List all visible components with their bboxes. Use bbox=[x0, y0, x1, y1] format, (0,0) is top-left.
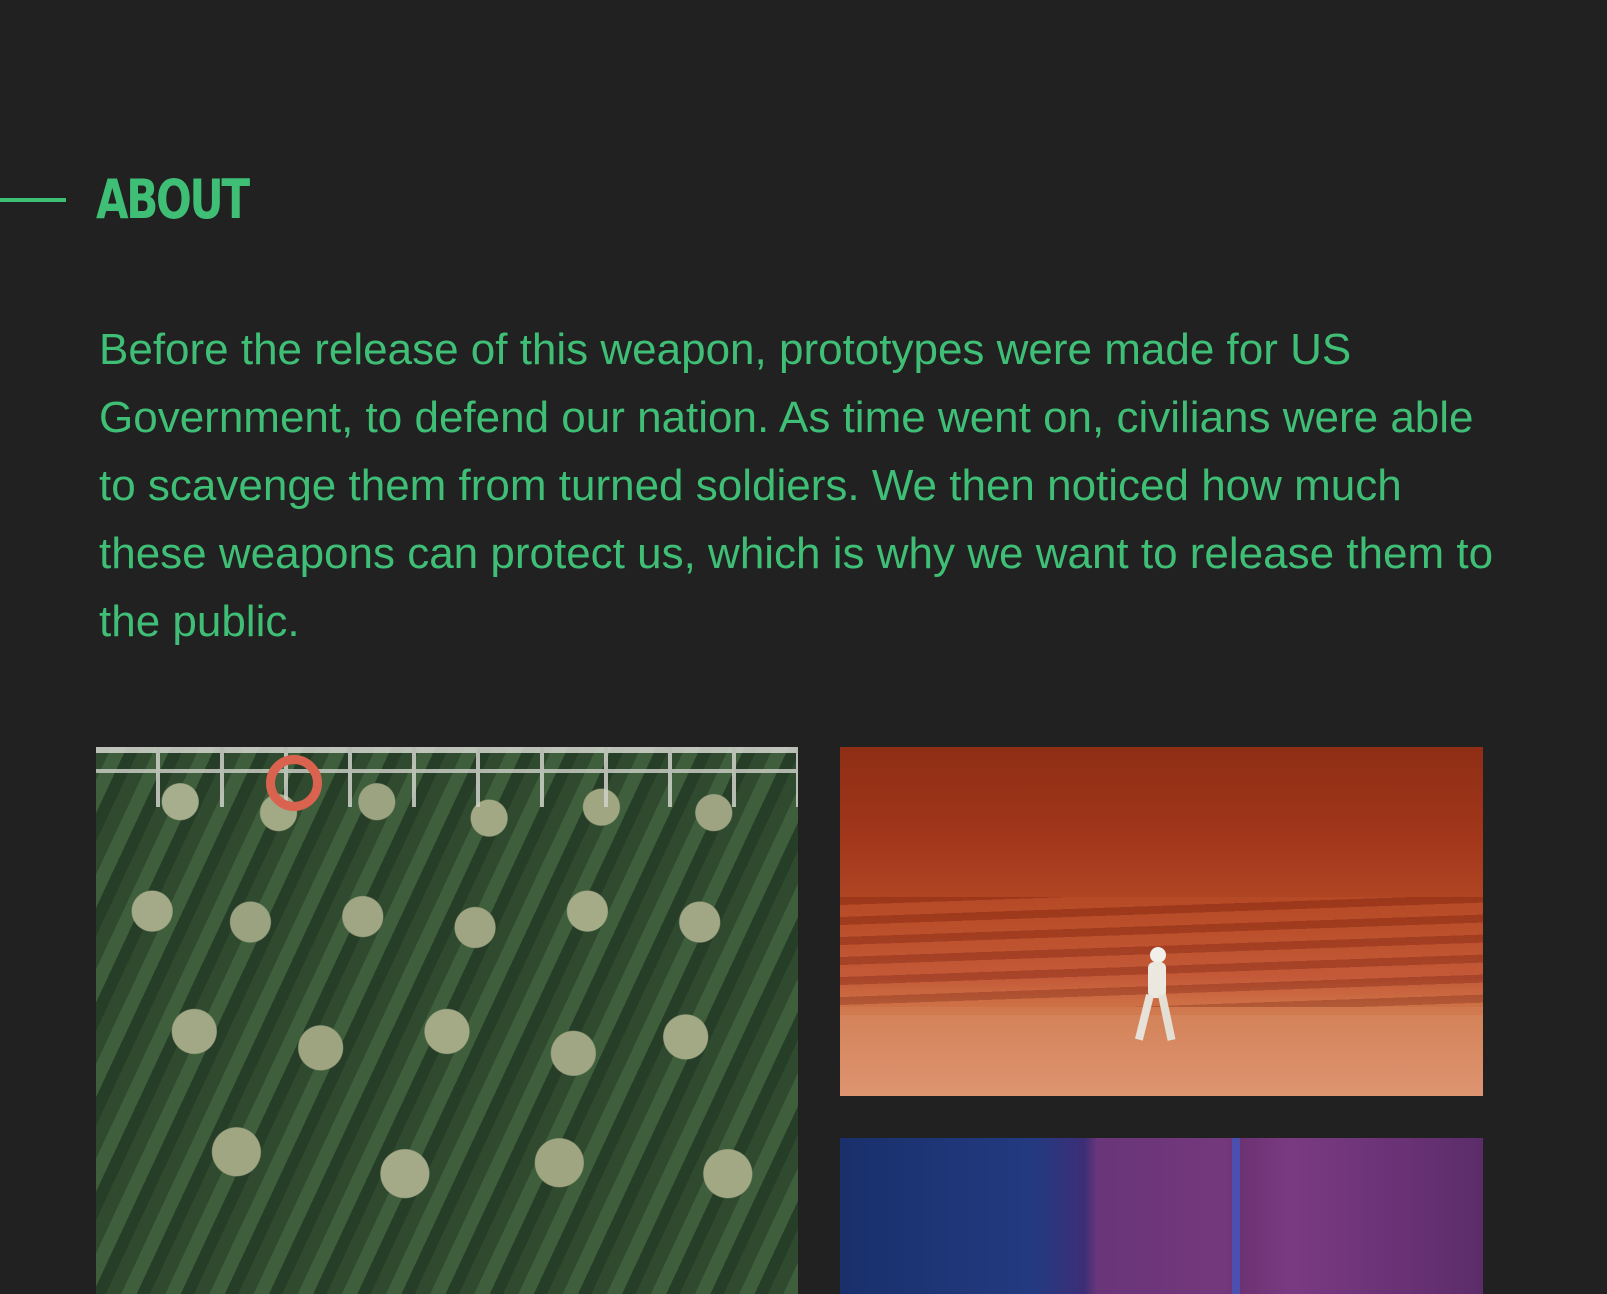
section-title: ABOUT bbox=[96, 168, 250, 231]
railing bbox=[96, 747, 798, 807]
about-paragraph: Before the release of this weapon, proto… bbox=[99, 325, 1494, 646]
purple-room-photo bbox=[840, 1138, 1483, 1294]
astronaut-torso bbox=[1148, 962, 1166, 998]
title-rule bbox=[0, 198, 66, 202]
astronaut-figure bbox=[1134, 947, 1176, 1043]
astronaut-helmet bbox=[1150, 947, 1166, 963]
soldiers-photo bbox=[96, 747, 798, 1294]
desert-astronaut-photo bbox=[840, 747, 1483, 1096]
wall-edge bbox=[1232, 1138, 1240, 1294]
section-header: ABOUT bbox=[0, 165, 291, 235]
lifebuoy bbox=[266, 755, 322, 811]
about-section: ABOUT Before the release of this weapon,… bbox=[0, 0, 1607, 1294]
